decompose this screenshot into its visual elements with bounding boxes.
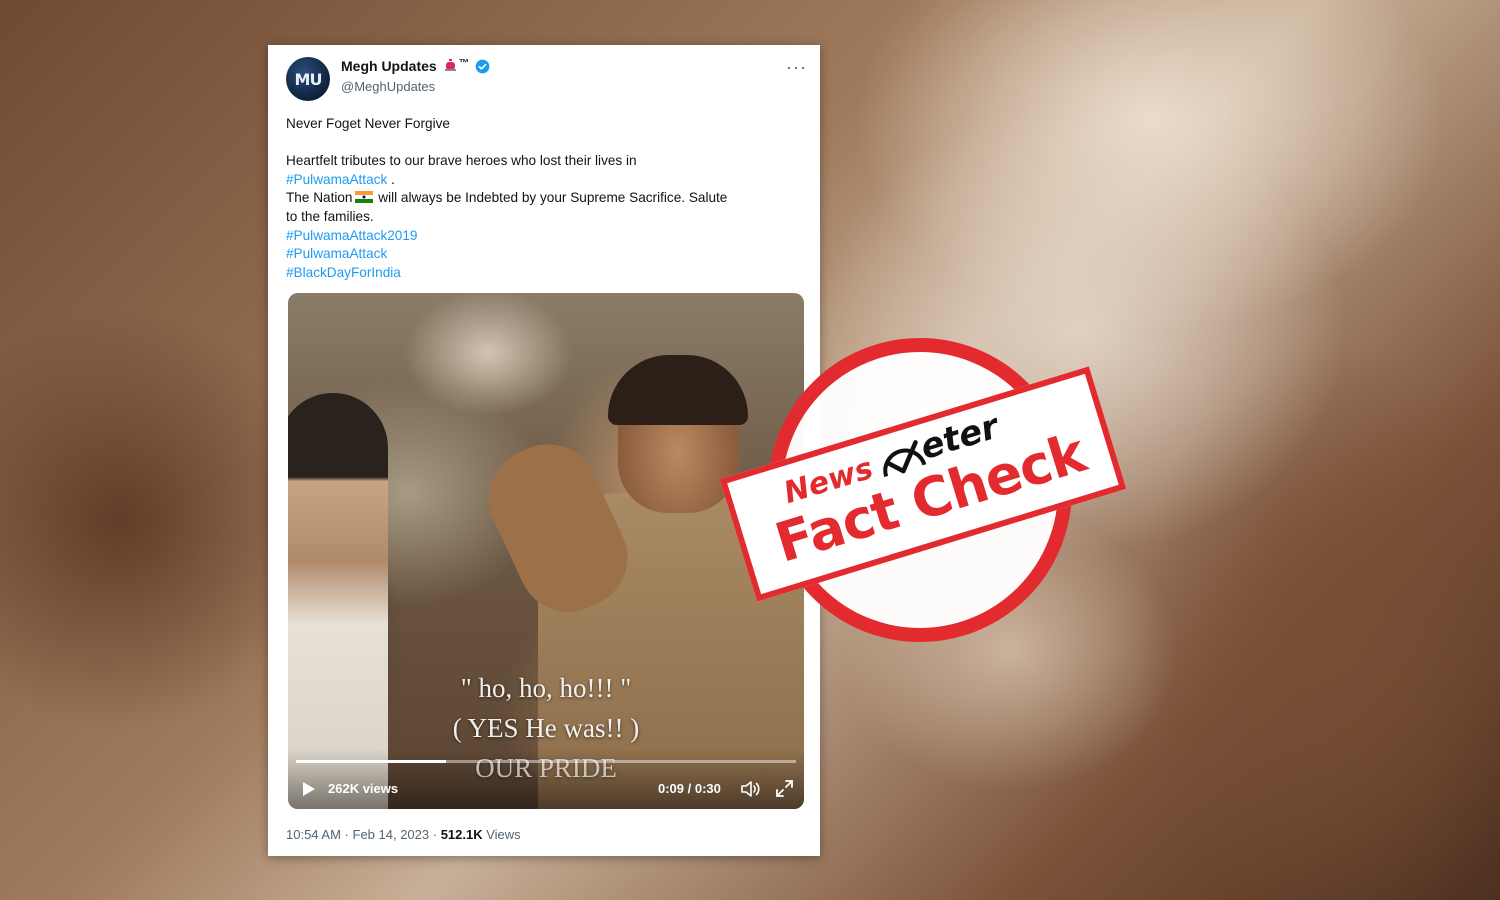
verified-badge-icon [475, 59, 490, 74]
video-progress-fill [296, 760, 446, 763]
more-options-icon[interactable]: ··· [786, 57, 807, 78]
siren-icon [445, 59, 456, 71]
video-views-count: 262K views [328, 781, 399, 796]
video-caption: OUR PRIDE [475, 753, 617, 783]
tweet-line: to the families. [286, 208, 374, 224]
video-player[interactable]: " ho, ho, ho!!! " ( YES He was!! ) OUR P… [288, 293, 804, 809]
hashtag-link[interactable]: #PulwamaAttack2019 [286, 227, 806, 246]
video-frame-person [608, 355, 748, 425]
tweet-line: Heartfelt tributes to our brave heroes w… [286, 153, 637, 169]
tweet-views-count: 512.1K [440, 827, 483, 842]
tweet-views-label: Views [482, 827, 521, 842]
trademark-label: ™ [459, 58, 469, 69]
video-caption: " ho, ho, ho!!! " [460, 673, 632, 703]
tweet-text-fragment: . [387, 171, 395, 187]
meta-separator: · [429, 827, 441, 842]
video-frame-person [288, 393, 388, 809]
video-time: 0:09 / 0:30 [658, 781, 721, 796]
fullscreen-icon[interactable] [776, 780, 793, 797]
play-icon[interactable] [302, 781, 316, 797]
tweet-card[interactable]: MU Megh Updates ™ @MeghUpdates ··· Never… [268, 45, 820, 856]
india-flag-icon [354, 191, 373, 204]
hashtag-link[interactable]: #PulwamaAttack [286, 245, 806, 264]
avatar[interactable]: MU [286, 57, 330, 101]
user-handle[interactable]: @MeghUpdates [341, 79, 435, 94]
tweet-meta: 10:54 AM · Feb 14, 2023 · 512.1K Views [286, 827, 521, 842]
video-progress-bar[interactable] [296, 760, 796, 763]
tweet-text-fragment: The Nation [286, 190, 353, 206]
video-caption: ( YES He was!! ) [452, 713, 640, 743]
display-name[interactable]: Megh Updates [341, 58, 437, 74]
tweet-line: The Nation will always be Indebted by yo… [286, 189, 806, 208]
tweet-line: Never Foget Never Forgive [286, 116, 450, 131]
tweet-text: Never Foget Never Forgive Heartfelt trib… [286, 115, 806, 282]
meta-separator: · [340, 827, 353, 842]
hashtag-link[interactable]: #PulwamaAttack [286, 172, 387, 187]
tweet-time[interactable]: 10:54 AM [286, 827, 341, 842]
volume-icon[interactable] [740, 780, 760, 798]
hashtag-link[interactable]: #BlackDayForIndia [286, 264, 806, 283]
tweet-text-fragment: will always be Indebted by your Supreme … [374, 190, 728, 206]
tweet-date[interactable]: Feb 14, 2023 [353, 827, 430, 842]
tweet-line: #PulwamaAttack . [286, 171, 806, 190]
